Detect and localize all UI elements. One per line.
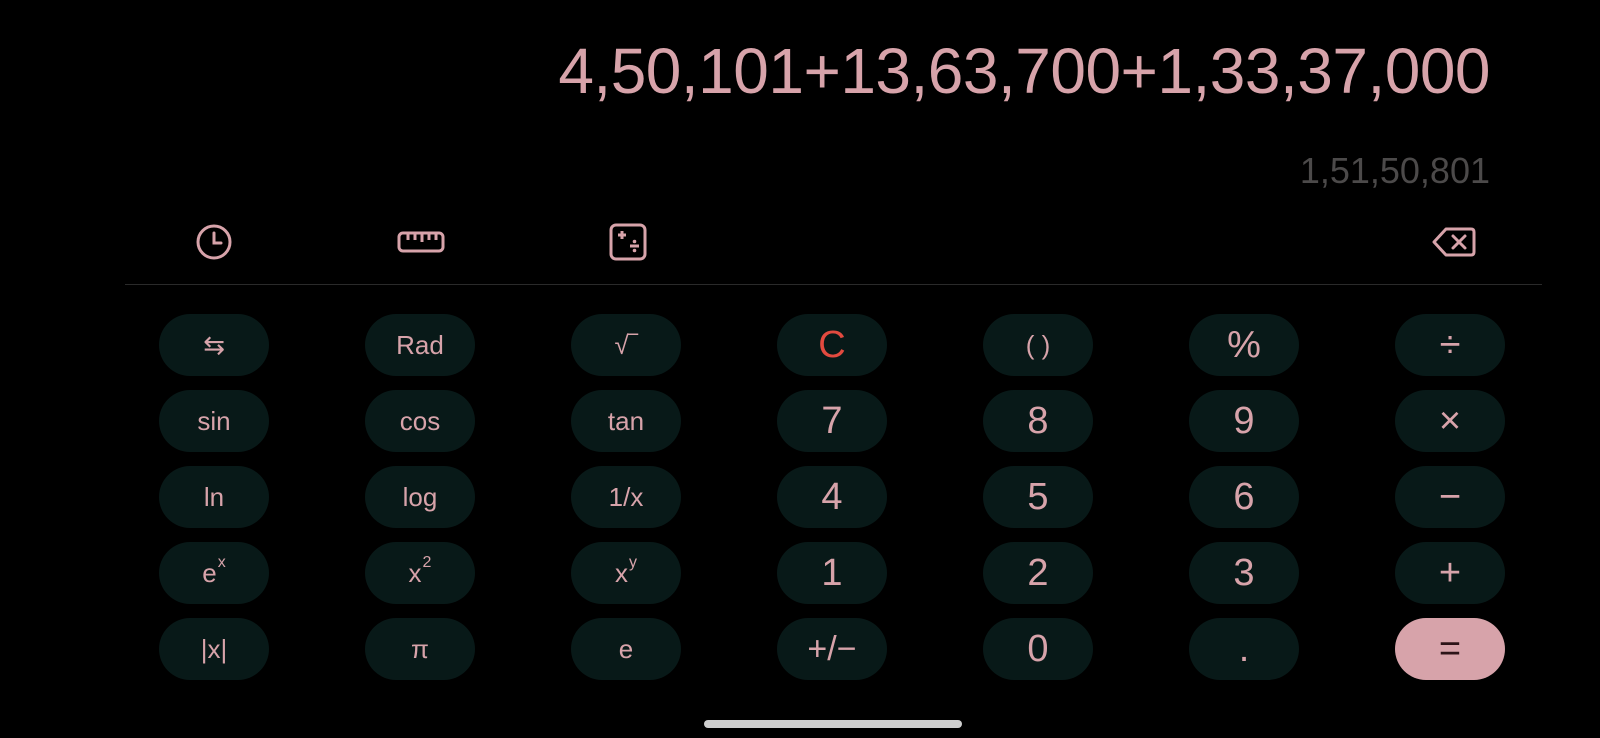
abs-button[interactable]: |x|: [159, 618, 269, 680]
digit-1-button[interactable]: 1: [777, 542, 887, 604]
history-clock-icon: [194, 222, 234, 267]
ln-button[interactable]: ln: [159, 466, 269, 528]
toolbar: [0, 214, 1600, 270]
ruler-icon: [397, 229, 445, 260]
parentheses-button[interactable]: ( ): [983, 314, 1093, 376]
sqrt-button[interactable]: √‾: [571, 314, 681, 376]
cos-button[interactable]: cos: [365, 390, 475, 452]
digit-0-button[interactable]: 0: [983, 618, 1093, 680]
decimal-button[interactable]: .: [1189, 618, 1299, 680]
keypad-row: ex x2 xy 1 2 3 +: [159, 542, 1509, 604]
keypad-row: |x| π e +/− 0 . =: [159, 618, 1509, 680]
expression-display[interactable]: 4,50,101+13,63,700+1,33,37,000: [558, 34, 1490, 108]
keypad-row: sin cos tan 7 8 9 ×: [159, 390, 1509, 452]
inverse-toggle-button[interactable]: ⇆: [159, 314, 269, 376]
square-superscript: 2: [422, 554, 432, 571]
divider: [125, 284, 1542, 285]
unit-converter-button[interactable]: [396, 222, 446, 266]
power-superscript: y: [629, 554, 637, 571]
result-preview: 1,51,50,801: [1299, 150, 1490, 191]
calculator-screen: 4,50,101+13,63,700+1,33,37,000 1,51,50,8…: [0, 0, 1600, 738]
square-base: x: [408, 557, 422, 588]
pi-button[interactable]: π: [365, 618, 475, 680]
square-button[interactable]: x2: [365, 542, 475, 604]
digit-2-button[interactable]: 2: [983, 542, 1093, 604]
backspace-icon: [1432, 226, 1476, 263]
rad-deg-button[interactable]: Rad: [365, 314, 475, 376]
digit-7-button[interactable]: 7: [777, 390, 887, 452]
exp-superscript: x: [217, 554, 226, 571]
backspace-button[interactable]: [1430, 222, 1478, 266]
keypad-row: ln log 1/x 4 5 6 −: [159, 466, 1509, 528]
keypad: ⇆ Rad √‾ C ( ) % ÷ sin cos tan 7 8 9 × l…: [159, 314, 1509, 694]
subtract-button[interactable]: −: [1395, 466, 1505, 528]
percent-button[interactable]: %: [1189, 314, 1299, 376]
sin-button[interactable]: sin: [159, 390, 269, 452]
digit-9-button[interactable]: 9: [1189, 390, 1299, 452]
digit-4-button[interactable]: 4: [777, 466, 887, 528]
divide-button[interactable]: ÷: [1395, 314, 1505, 376]
home-indicator[interactable]: [704, 720, 962, 728]
keypad-row: ⇆ Rad √‾ C ( ) % ÷: [159, 314, 1509, 376]
euler-button[interactable]: e: [571, 618, 681, 680]
math-mode-button[interactable]: [606, 222, 650, 266]
exp-button[interactable]: ex: [159, 542, 269, 604]
digit-3-button[interactable]: 3: [1189, 542, 1299, 604]
exp-base: e: [202, 557, 217, 588]
log-button[interactable]: log: [365, 466, 475, 528]
digit-8-button[interactable]: 8: [983, 390, 1093, 452]
calculator-mode-icon: [608, 222, 648, 267]
negate-button[interactable]: +/−: [777, 618, 887, 680]
history-button[interactable]: [192, 222, 236, 266]
digit-5-button[interactable]: 5: [983, 466, 1093, 528]
clear-button[interactable]: C: [777, 314, 887, 376]
multiply-button[interactable]: ×: [1395, 390, 1505, 452]
power-button[interactable]: xy: [571, 542, 681, 604]
reciprocal-button[interactable]: 1/x: [571, 466, 681, 528]
digit-6-button[interactable]: 6: [1189, 466, 1299, 528]
power-base: x: [615, 557, 628, 588]
add-button[interactable]: +: [1395, 542, 1505, 604]
equals-button[interactable]: =: [1395, 618, 1505, 680]
tan-button[interactable]: tan: [571, 390, 681, 452]
